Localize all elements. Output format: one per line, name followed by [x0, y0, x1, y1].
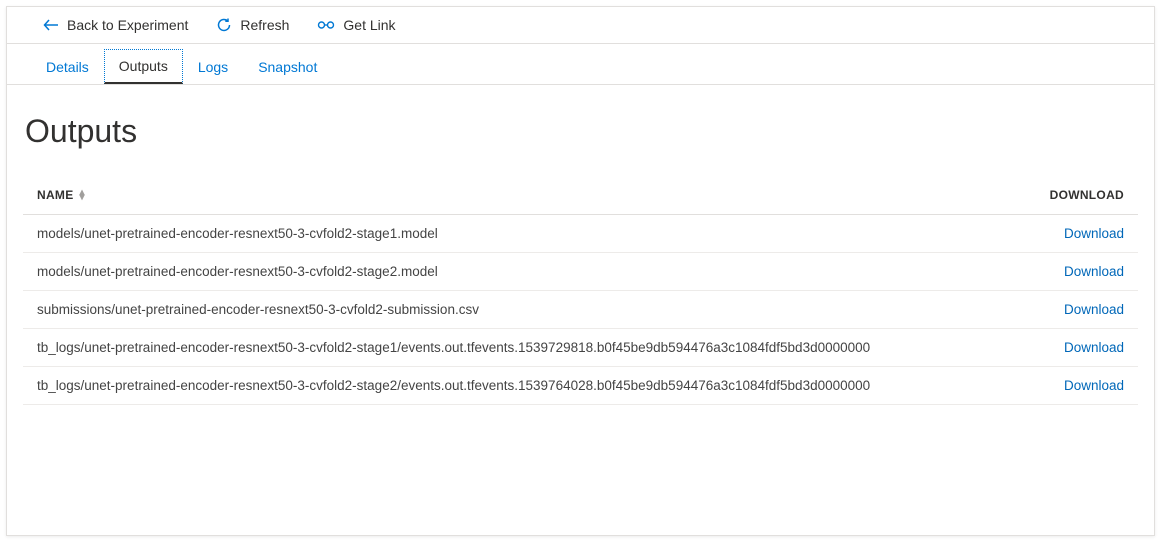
- table-row: models/unet-pretrained-encoder-resnext50…: [23, 215, 1138, 253]
- download-cell: Download: [1020, 329, 1139, 367]
- content: Outputs NAME ▴▾ DOWNLOAD: [7, 85, 1154, 405]
- file-name-cell: submissions/unet-pretrained-encoder-resn…: [23, 291, 1020, 329]
- file-name-cell: tb_logs/unet-pretrained-encoder-resnext5…: [23, 367, 1020, 405]
- download-cell: Download: [1020, 215, 1139, 253]
- download-cell: Download: [1020, 367, 1139, 405]
- arrow-left-icon: [43, 18, 59, 32]
- page-title: Outputs: [25, 113, 1138, 150]
- download-link[interactable]: Download: [1064, 340, 1124, 355]
- table-row: submissions/unet-pretrained-encoder-resn…: [23, 291, 1138, 329]
- file-name-cell: models/unet-pretrained-encoder-resnext50…: [23, 215, 1020, 253]
- tab-snapshot[interactable]: Snapshot: [243, 48, 332, 85]
- download-link[interactable]: Download: [1064, 264, 1124, 279]
- app-container: Back to Experiment Refresh Get Link: [6, 6, 1155, 536]
- outputs-table: NAME ▴▾ DOWNLOAD models/unet-pretrained-…: [23, 178, 1138, 405]
- tab-details[interactable]: Details: [31, 48, 104, 85]
- column-header-name[interactable]: NAME ▴▾: [23, 178, 1020, 215]
- tabs: Details Outputs Logs Snapshot: [7, 44, 1154, 85]
- download-cell: Download: [1020, 291, 1139, 329]
- table-row: tb_logs/unet-pretrained-encoder-resnext5…: [23, 329, 1138, 367]
- table-row: models/unet-pretrained-encoder-resnext50…: [23, 253, 1138, 291]
- tab-outputs[interactable]: Outputs: [104, 49, 183, 84]
- table-row: tb_logs/unet-pretrained-encoder-resnext5…: [23, 367, 1138, 405]
- refresh-icon: [216, 17, 232, 33]
- download-cell: Download: [1020, 253, 1139, 291]
- toolbar: Back to Experiment Refresh Get Link: [7, 7, 1154, 44]
- download-link[interactable]: Download: [1064, 226, 1124, 241]
- column-header-download[interactable]: DOWNLOAD: [1020, 178, 1139, 215]
- back-to-experiment-button[interactable]: Back to Experiment: [43, 17, 188, 33]
- link-icon: [317, 20, 335, 30]
- download-link[interactable]: Download: [1064, 302, 1124, 317]
- column-header-name-label: NAME: [37, 188, 74, 202]
- column-header-download-label: DOWNLOAD: [1050, 188, 1124, 202]
- get-link-label: Get Link: [343, 17, 395, 33]
- file-name-cell: tb_logs/unet-pretrained-encoder-resnext5…: [23, 329, 1020, 367]
- file-name-cell: models/unet-pretrained-encoder-resnext50…: [23, 253, 1020, 291]
- tab-logs[interactable]: Logs: [183, 48, 243, 85]
- download-link[interactable]: Download: [1064, 378, 1124, 393]
- sort-icon: ▴▾: [80, 190, 85, 200]
- refresh-button[interactable]: Refresh: [216, 17, 289, 33]
- get-link-button[interactable]: Get Link: [317, 17, 395, 33]
- back-label: Back to Experiment: [67, 17, 188, 33]
- refresh-label: Refresh: [240, 17, 289, 33]
